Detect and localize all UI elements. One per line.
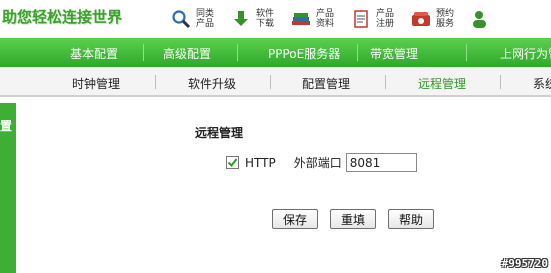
check-icon	[227, 158, 238, 168]
top-link-label: 同类产品	[196, 9, 215, 29]
top-header: 助您轻松连接世界 同类产品 软件下载 产品资料 产品注册 预约服务	[0, 0, 551, 38]
reset-button[interactable]: 重填	[330, 209, 376, 229]
top-link-software-download[interactable]: 软件下载	[230, 8, 278, 30]
phone-icon	[410, 8, 432, 30]
tab-software-upgrade[interactable]: 软件升级	[188, 75, 236, 92]
http-label: HTTP	[245, 155, 276, 170]
help-button[interactable]: 帮助	[388, 209, 434, 229]
http-row: HTTP 外部端口	[226, 153, 417, 172]
search-icon	[170, 8, 192, 30]
tab-clock-management[interactable]: 时钟管理	[72, 75, 120, 92]
http-checkbox[interactable]	[226, 156, 239, 169]
sub-nav-divider	[385, 75, 386, 89]
tab-system[interactable]: 系统	[533, 75, 551, 92]
port-label: 外部端口	[293, 156, 342, 170]
register-icon	[350, 8, 372, 30]
top-link-product-docs[interactable]: 产品资料	[290, 8, 338, 30]
sidebar-label[interactable]: 置	[0, 117, 16, 134]
sidebar: 置	[0, 103, 16, 273]
main-nav-advanced-config[interactable]: 高级配置	[163, 45, 211, 62]
main-nav-divider	[357, 44, 358, 61]
page-title: 远程管理	[195, 126, 244, 140]
save-button[interactable]: 保存	[272, 209, 318, 229]
main-nav-pppoe-server[interactable]: PPPoE服务器	[268, 45, 340, 62]
tab-config-management[interactable]: 配置管理	[302, 75, 350, 92]
top-link-label: 产品注册	[376, 9, 395, 29]
top-link-users[interactable]	[470, 8, 496, 30]
watermark: #995720	[501, 257, 548, 270]
main-nav-divider	[237, 44, 238, 61]
sub-nav-divider	[270, 75, 271, 89]
top-link-label: 软件下载	[256, 9, 275, 29]
books-icon	[290, 8, 312, 30]
main-nav-divider	[466, 44, 467, 61]
main-nav-behavior-management[interactable]: 上网行为管	[500, 45, 551, 62]
download-icon	[230, 8, 252, 30]
main-nav-basic-config[interactable]: 基本配置	[70, 45, 118, 62]
sub-nav-divider	[500, 75, 501, 89]
sub-nav-divider	[155, 75, 156, 89]
top-links: 同类产品 软件下载 产品资料 产品注册 预约服务	[170, 2, 508, 36]
main-nav-divider	[143, 44, 144, 61]
top-link-book-service[interactable]: 预约服务	[410, 8, 458, 30]
logo: 助您轻松连接世界	[2, 8, 123, 26]
top-link-product-register[interactable]: 产品注册	[350, 8, 398, 30]
top-link-label: 产品资料	[316, 9, 335, 29]
main-nav-bandwidth[interactable]: 带宽管理	[370, 45, 418, 62]
top-link-similar-products[interactable]: 同类产品	[170, 8, 218, 30]
users-icon	[470, 8, 492, 30]
top-link-label: 预约服务	[436, 9, 455, 29]
port-input[interactable]	[345, 153, 417, 172]
tab-remote-management[interactable]: 远程管理	[418, 75, 466, 92]
main-nav: 基本配置 高级配置 PPPoE服务器 带宽管理 上网行为管	[0, 38, 551, 67]
sub-nav: 时钟管理 软件升级 配置管理 远程管理 系统	[0, 67, 551, 97]
